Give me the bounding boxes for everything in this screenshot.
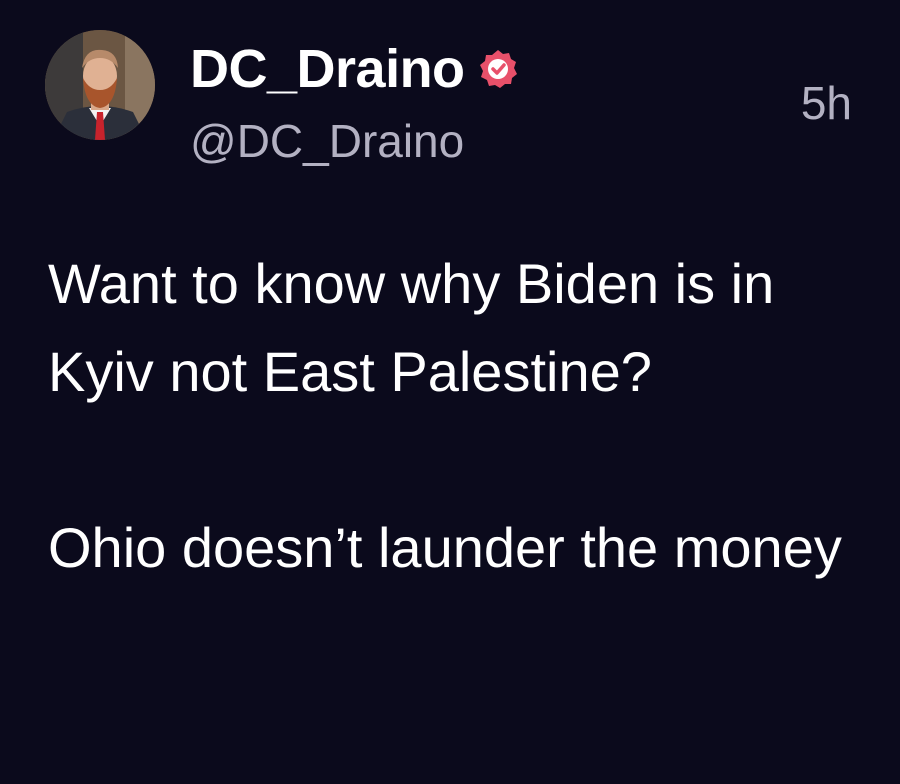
post-card: DC_Draino @DC_Draino 5h Want to know why… (0, 0, 900, 784)
author-handle[interactable]: @DC_Draino (190, 118, 464, 164)
post-paragraph: Ohio doesn’t launder the money (48, 516, 842, 579)
post-text: Want to know why Biden is in Kyiv not Ea… (48, 240, 868, 592)
verified-badge-icon (477, 48, 519, 90)
profile-photo-icon (45, 30, 155, 140)
post-paragraph: Want to know why Biden is in Kyiv not Ea… (48, 252, 775, 403)
author-display-name[interactable]: DC_Draino (190, 42, 465, 96)
avatar[interactable] (45, 30, 155, 140)
post-timestamp[interactable]: 5h (801, 80, 852, 126)
author-name-row: DC_Draino (190, 38, 519, 100)
